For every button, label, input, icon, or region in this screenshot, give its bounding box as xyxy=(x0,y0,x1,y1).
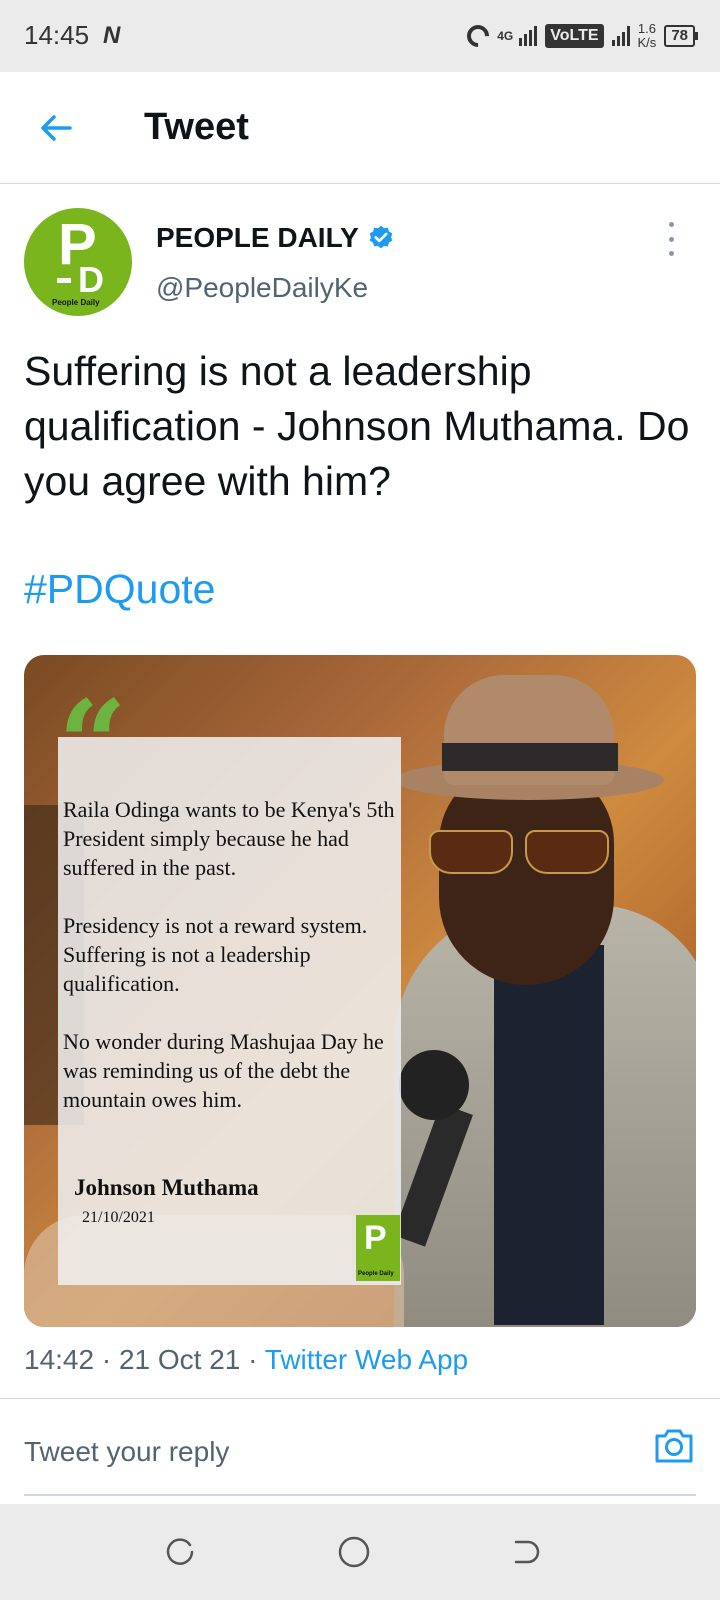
meta-separator: · xyxy=(101,1344,112,1375)
quote-paragraph: Raila Odinga wants to be Kenya's 5th Pre… xyxy=(63,797,395,880)
people-daily-logo: P People Daily xyxy=(356,1215,400,1281)
avatar-caption: People Daily xyxy=(52,298,100,307)
status-bar: 14:45 N 4G VoLTE 1.6 K/s 78 xyxy=(0,0,720,72)
more-vertical-icon xyxy=(668,222,674,227)
tweet-time: 14:42 xyxy=(24,1344,95,1375)
system-nav-bar xyxy=(0,1504,720,1600)
quote-body: Raila Odinga wants to be Kenya's 5th Pre… xyxy=(63,795,401,1143)
recents-button[interactable] xyxy=(162,1534,198,1570)
nav-back-button[interactable] xyxy=(508,1534,544,1570)
camera-icon xyxy=(655,1429,693,1463)
back-gesture-icon xyxy=(514,1540,540,1564)
battery-icon: 78 xyxy=(664,25,698,47)
speed-value: 1.6 xyxy=(637,21,656,36)
sunglasses xyxy=(429,830,609,874)
verified-badge-icon xyxy=(369,225,393,249)
quote-author: Johnson Muthama xyxy=(74,1175,259,1200)
divider xyxy=(0,1398,720,1399)
signal-icon xyxy=(519,26,538,46)
tweet-media-image[interactable]: “ Raila Odinga wants to be Kenya's 5th P… xyxy=(24,655,696,1327)
logo-caption: People Daily xyxy=(358,1271,394,1277)
user-handle[interactable]: @PeopleDailyKe xyxy=(156,272,368,304)
top-app-bar: Tweet xyxy=(0,72,720,184)
meta-separator: · xyxy=(248,1344,258,1375)
battery-level: 78 xyxy=(664,25,695,47)
tweet-date: 21 Oct 21 xyxy=(118,1344,241,1375)
tweet-source-link[interactable]: Twitter Web App xyxy=(265,1344,468,1375)
signal-icon-2 xyxy=(611,26,630,46)
avatar-logo-d: D xyxy=(78,259,104,300)
data-saver-icon xyxy=(462,20,494,52)
display-name[interactable]: PEOPLE DAILY xyxy=(156,222,359,254)
author-name-row[interactable]: PEOPLE DAILY xyxy=(156,222,395,254)
speed-unit: K/s xyxy=(637,35,657,50)
status-time: 14:45 xyxy=(24,20,90,50)
arrow-left-icon xyxy=(41,115,72,141)
hashtag-link[interactable]: #PDQuote xyxy=(24,566,215,613)
tweet-meta: 14:42 · 21 Oct 21 · Twitter Web App xyxy=(24,1344,468,1376)
reply-composer[interactable]: Tweet your reply xyxy=(24,1420,696,1496)
network-speed: 1.6 K/s xyxy=(638,22,657,50)
quote-mark-icon: “ xyxy=(58,674,128,815)
quote-paragraph: Presidency is not a reward system. Suffe… xyxy=(63,913,368,996)
status-icons: 4G VoLTE 1.6 K/s 78 xyxy=(462,18,698,54)
tweet-text: Suffering is not a leadership qualificat… xyxy=(24,348,690,504)
home-button[interactable] xyxy=(336,1534,372,1570)
recents-icon xyxy=(166,1538,194,1565)
quote-date: 21/10/2021 xyxy=(82,1209,155,1226)
page-title: Tweet xyxy=(144,106,249,148)
more-options-button[interactable] xyxy=(664,222,678,256)
avatar[interactable]: P D People Daily xyxy=(24,208,132,316)
microphone xyxy=(399,1050,469,1120)
notification-n-icon: N xyxy=(103,22,121,49)
back-button[interactable] xyxy=(30,102,82,154)
network-type: 4G xyxy=(497,29,514,43)
reply-input[interactable]: Tweet your reply xyxy=(24,1436,229,1468)
quote-paragraph: No wonder during Mashujaa Day he was rem… xyxy=(63,1029,384,1112)
camera-button[interactable] xyxy=(652,1424,696,1468)
volte-badge: VoLTE xyxy=(545,24,604,48)
home-circle-icon xyxy=(338,1536,370,1568)
